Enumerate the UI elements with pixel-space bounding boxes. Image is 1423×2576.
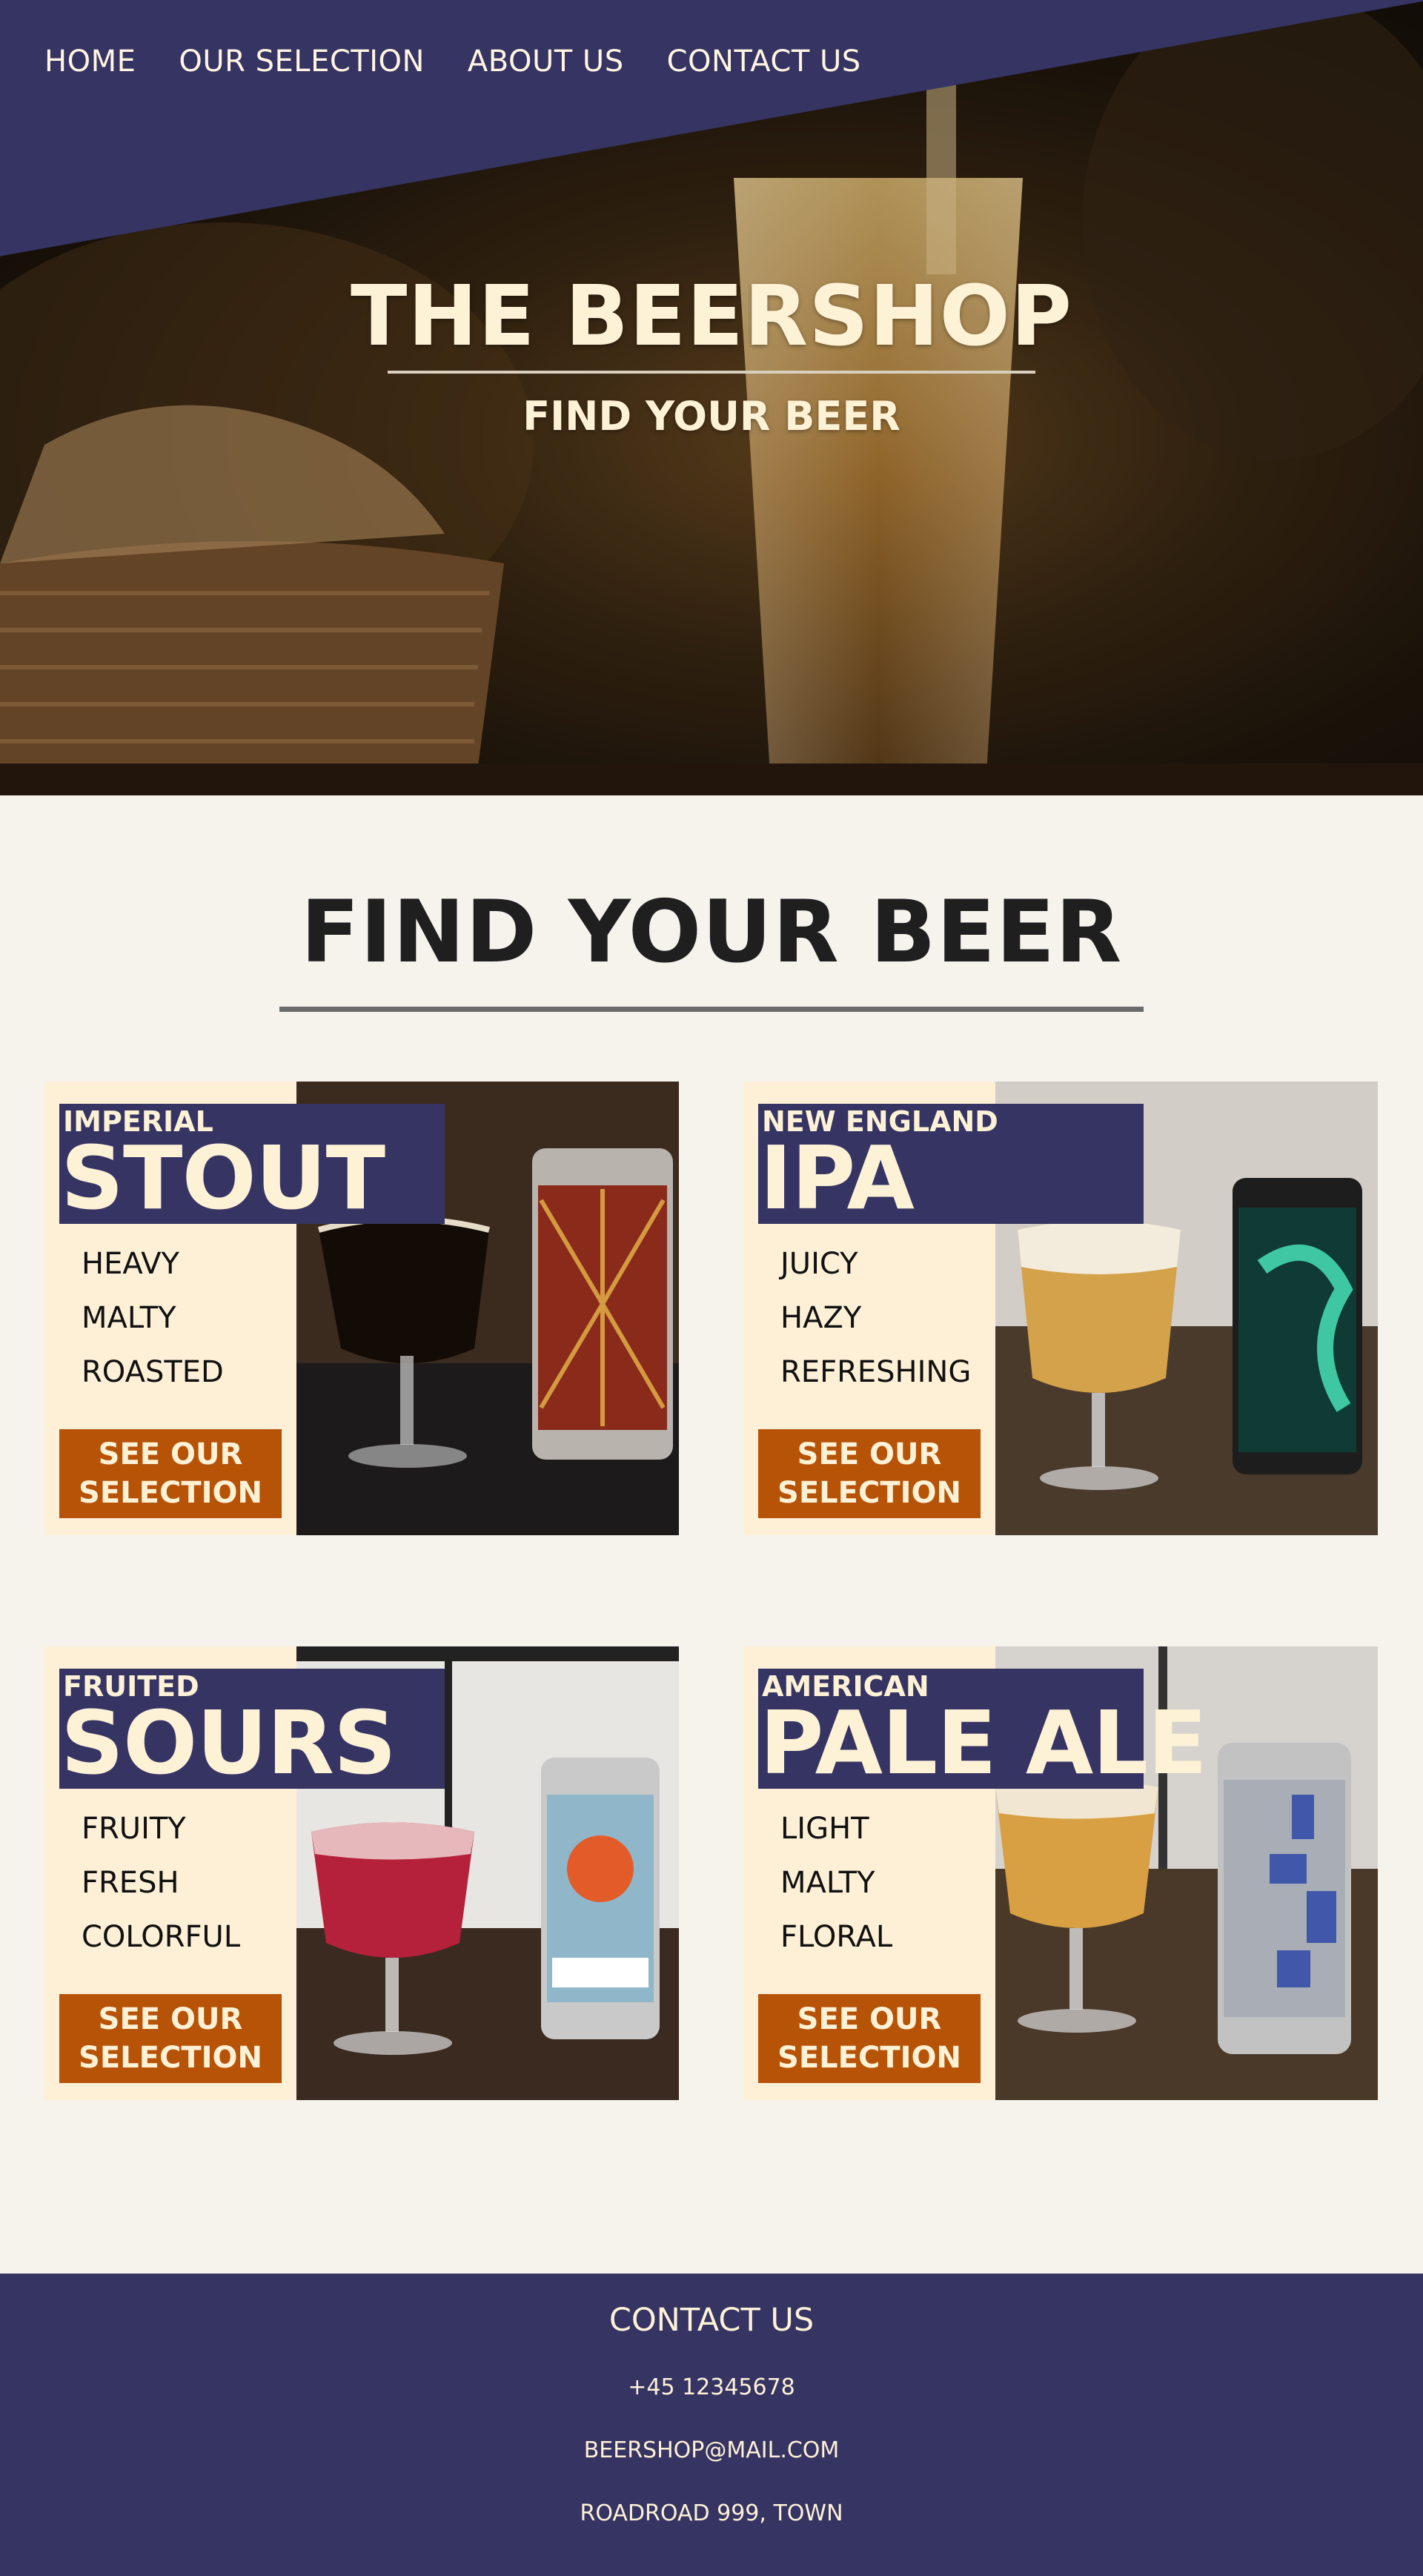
trait-item: JUICY xyxy=(780,1247,858,1281)
trait-item: FLORAL xyxy=(780,1920,893,1954)
nav-home[interactable]: HOME xyxy=(44,44,136,79)
beer-card-pale-ale: AMERICAN PALE ALE LIGHT MALTY FLORAL SEE… xyxy=(743,1646,1378,2100)
card-title-ipa: IPA xyxy=(760,1127,915,1229)
nav-about-us[interactable]: ABOUT US xyxy=(468,44,624,79)
nav-our-selection[interactable]: OUR SELECTION xyxy=(179,44,425,79)
see-selection-button-stout[interactable]: SEE OUR SELECTION xyxy=(59,1429,282,1518)
footer-address: ROADROAD 999, TOWN xyxy=(580,2500,843,2526)
trait-item: LIGHT xyxy=(780,1812,869,1846)
button-label-line: SELECTION xyxy=(777,2041,961,2075)
card-title-pale-ale: PALE ALE xyxy=(760,1692,1207,1794)
trait-list-stout: HEAVY MALTY ROASTED xyxy=(82,1243,224,1405)
see-selection-button-ipa[interactable]: SEE OUR SELECTION xyxy=(758,1429,981,1518)
beer-card-sours: FRUITED SOURS FRUITY FRESH COLORFUL SEE … xyxy=(44,1646,679,2100)
card-tag-stout: IMPERIAL STOUT xyxy=(59,1104,445,1224)
trait-list-sours: FRUITY FRESH COLORFUL xyxy=(82,1808,240,1970)
footer: CONTACT US +45 12345678 BEERSHOP@MAIL.CO… xyxy=(0,2274,1423,2576)
button-label-line: SEE OUR xyxy=(797,2002,942,2036)
card-title-sours: SOURS xyxy=(61,1692,397,1794)
trait-item: MALTY xyxy=(780,1866,875,1900)
main-nav: HOME OUR SELECTION ABOUT US CONTACT US xyxy=(44,44,904,79)
section-title: FIND YOUR BEER xyxy=(300,882,1123,982)
see-selection-button-sours[interactable]: SEE OUR SELECTION xyxy=(59,1994,282,2083)
beer-card-stout: IMPERIAL STOUT HEAVY MALTY ROASTED SEE O… xyxy=(44,1082,679,1535)
trait-item: HEAVY xyxy=(82,1247,179,1281)
beer-card-ipa: NEW ENGLAND IPA JUICY HAZY REFRESHING SE… xyxy=(743,1082,1378,1535)
button-label-line: SELECTION xyxy=(79,1476,262,1510)
see-selection-button-pale-ale[interactable]: SEE OUR SELECTION xyxy=(758,1994,981,2083)
button-label-line: SELECTION xyxy=(777,1476,961,1510)
button-label-line: SEE OUR xyxy=(98,2002,243,2036)
hero-title: THE BEERSHOP xyxy=(351,268,1072,365)
card-tag-ipa: NEW ENGLAND IPA xyxy=(758,1104,1144,1224)
trait-item: FRUITY xyxy=(82,1812,186,1846)
trait-item: REFRESHING xyxy=(780,1355,972,1389)
footer-phone[interactable]: +45 12345678 xyxy=(0,2374,1423,2400)
trait-item: MALTY xyxy=(82,1301,176,1335)
footer-email[interactable]: BEERSHOP@MAIL.COM xyxy=(0,2437,1423,2463)
button-label-line: SEE OUR xyxy=(98,1437,243,1471)
trait-list-pale-ale: LIGHT MALTY FLORAL xyxy=(780,1808,892,1970)
trait-item: HAZY xyxy=(780,1301,862,1335)
trait-item: ROASTED xyxy=(82,1355,224,1389)
card-tag-pale-ale: AMERICAN PALE ALE xyxy=(758,1669,1207,1789)
button-label-line: SELECTION xyxy=(79,2041,262,2075)
trait-item: COLORFUL xyxy=(82,1920,241,1954)
trait-list-ipa: JUICY HAZY REFRESHING xyxy=(780,1243,971,1405)
hero-subtitle: FIND YOUR BEER xyxy=(523,393,900,440)
button-label-line: SEE OUR xyxy=(797,1437,942,1471)
hero-divider xyxy=(388,371,1035,374)
trait-item: FRESH xyxy=(82,1866,179,1900)
card-title-stout: STOUT xyxy=(61,1127,385,1229)
card-tag-sours: FRUITED SOURS xyxy=(59,1669,445,1789)
hero-banner: HOME OUR SELECTION ABOUT US CONTACT US T… xyxy=(0,0,1423,795)
footer-title: CONTACT US xyxy=(608,2302,815,2339)
nav-contact-us[interactable]: CONTACT US xyxy=(667,44,861,79)
section-divider xyxy=(279,1007,1144,1012)
